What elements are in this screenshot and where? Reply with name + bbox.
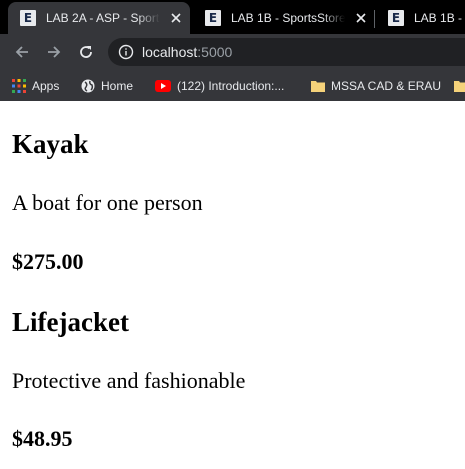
url-host: localhost bbox=[142, 44, 198, 60]
url-port: :5000 bbox=[197, 44, 233, 60]
browser-toolbar: localhost:5000 bbox=[0, 34, 465, 70]
close-icon[interactable] bbox=[353, 10, 369, 26]
youtube-icon bbox=[155, 79, 171, 92]
bookmark-apps[interactable]: Apps bbox=[12, 70, 59, 101]
folder-icon bbox=[311, 80, 325, 92]
tab-strip: E LAB 2A - ASP - SportsStore E LAB 1B - … bbox=[0, 0, 465, 34]
url-text: localhost:5000 bbox=[142, 44, 232, 60]
bookmark-label: (122) Introduction:... bbox=[177, 78, 285, 93]
browser-tab-1[interactable]: E LAB 2A - ASP - SportsStore bbox=[8, 2, 190, 34]
browser-tab-2[interactable]: E LAB 1B - SportsStore: A bbox=[193, 2, 373, 34]
reload-button[interactable] bbox=[72, 38, 100, 66]
browser-tab-3[interactable]: E LAB 1B - S bbox=[376, 2, 465, 34]
product-name: Lifejacket bbox=[12, 307, 129, 337]
tab-favicon-icon: E bbox=[388, 10, 404, 26]
tab-title: LAB 2A - ASP - SportsStore bbox=[46, 11, 160, 25]
bookmark-folder-more[interactable] bbox=[454, 70, 465, 101]
close-icon[interactable] bbox=[168, 10, 184, 26]
tab-favicon-icon: E bbox=[20, 10, 36, 26]
back-button[interactable] bbox=[8, 38, 36, 66]
bookmark-home[interactable]: Home bbox=[81, 70, 133, 101]
product-price: $48.95 bbox=[12, 426, 73, 451]
page-content: Kayak A boat for one person $275.00 Life… bbox=[0, 101, 465, 469]
tab-separator bbox=[374, 10, 375, 28]
bookmark-label: MSSA CAD & ERAU bbox=[331, 78, 442, 93]
product-price: $275.00 bbox=[12, 249, 84, 274]
back-arrow-icon bbox=[15, 46, 28, 58]
apps-grid-icon bbox=[12, 78, 26, 93]
forward-button[interactable] bbox=[40, 38, 68, 66]
info-icon[interactable] bbox=[118, 44, 134, 60]
globe-icon bbox=[81, 79, 95, 92]
product-name: Kayak bbox=[12, 129, 89, 159]
bookmarks-bar: Apps Home (122) Introduction:... MSSA CA… bbox=[0, 70, 465, 101]
bookmark-folder-mssa[interactable]: MSSA CAD & ERAU bbox=[311, 70, 441, 101]
reload-icon bbox=[80, 46, 92, 58]
bookmark-label: Home bbox=[101, 78, 134, 93]
tab-favicon-icon: E bbox=[205, 10, 221, 26]
bookmark-youtube[interactable]: (122) Introduction:... bbox=[155, 70, 284, 101]
product-description: Protective and fashionable bbox=[12, 368, 246, 393]
address-bar[interactable]: localhost:5000 bbox=[108, 38, 465, 66]
tab-title: LAB 1B - S bbox=[414, 11, 465, 25]
tab-title: LAB 1B - SportsStore: A bbox=[231, 11, 345, 25]
forward-arrow-icon bbox=[48, 46, 61, 58]
folder-icon bbox=[454, 80, 465, 92]
bookmark-label: Apps bbox=[32, 78, 60, 93]
product-description: A boat for one person bbox=[12, 190, 203, 215]
